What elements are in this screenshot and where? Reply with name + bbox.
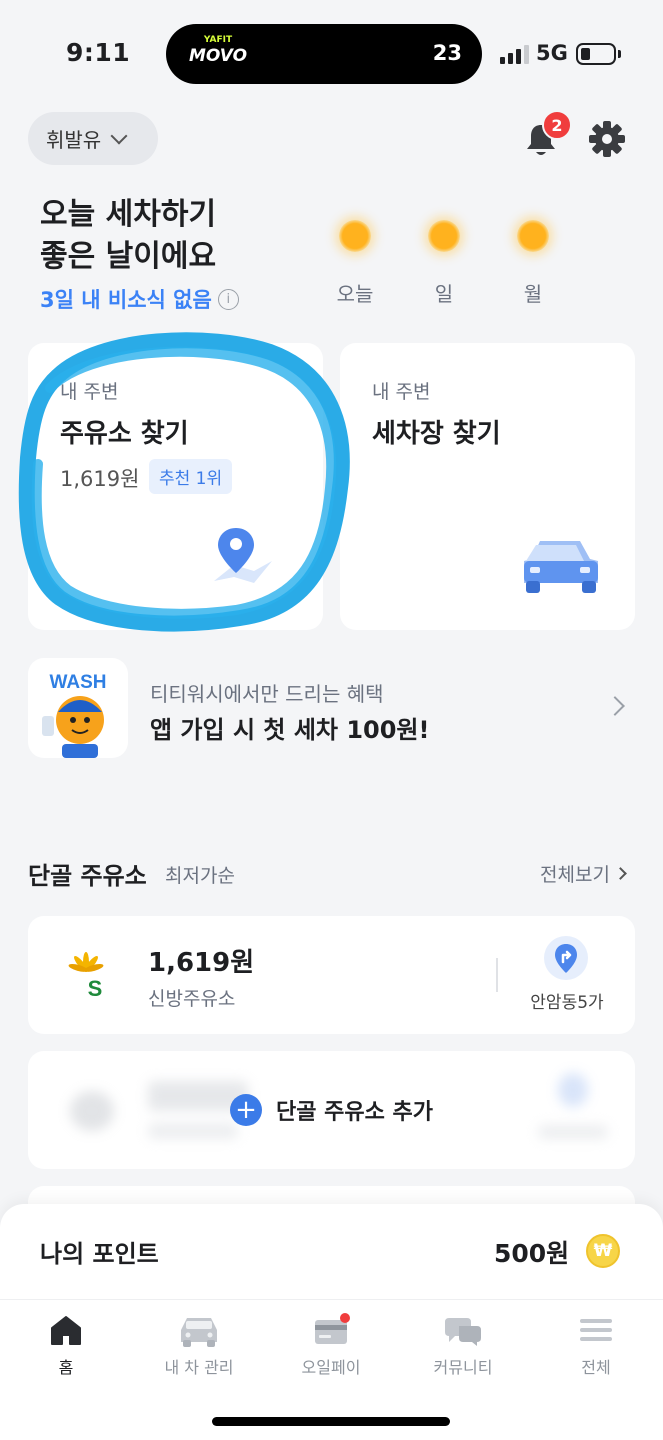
headline-line-2: 좋은 날이에요 <box>40 239 217 274</box>
car-icon <box>181 1318 217 1347</box>
island-app-logo: YAFIT MOVO <box>188 34 248 66</box>
titiwash-logo: WASH <box>28 658 128 758</box>
menu-icon <box>580 1319 612 1341</box>
battery-icon <box>576 43 616 65</box>
no-rain-notice[interactable]: 3일 내 비소식 없음 i <box>40 284 239 314</box>
favorites-title: 단골 주유소 <box>28 862 147 890</box>
points-label: 나의 포인트 <box>40 1240 159 1268</box>
no-rain-text: 3일 내 비소식 없음 <box>40 288 212 312</box>
divider <box>496 958 498 992</box>
fuel-type-selector[interactable]: 휘발유 <box>28 112 158 165</box>
signal-icon <box>500 44 529 64</box>
info-icon[interactable]: i <box>217 288 239 310</box>
card-subtitle: 내 주변 <box>60 381 119 403</box>
battery-cap <box>618 50 621 58</box>
status-bar: 9:11 YAFIT MOVO 23 5G <box>0 0 663 100</box>
headline-line-1: 오늘 세차하기 <box>40 197 217 232</box>
chat-icon <box>445 1318 481 1346</box>
island-logo-top: YAFIT <box>203 35 233 45</box>
status-time: 9:11 <box>66 38 131 67</box>
find-gas-station-card[interactable]: 내 주변 주유소 찾기 1,619원 추천 1위 <box>28 343 323 630</box>
station-name: 신방주유소 <box>148 988 236 1010</box>
favorite-station-card[interactable]: S 1,619원 신방주유소 안암동5가 <box>28 916 635 1034</box>
sun-icon <box>517 220 549 252</box>
points-value: 500원 <box>494 1239 570 1268</box>
sun-icon <box>339 220 371 252</box>
tab-label: 오일페이 <box>301 1358 361 1377</box>
tab-label: 내 차 관리 <box>164 1358 234 1377</box>
promo-logo-text: WASH <box>50 672 107 693</box>
car-icon <box>524 541 598 593</box>
card-title: 세차장 찾기 <box>372 419 501 449</box>
card-icon <box>315 1313 350 1344</box>
won-coin-icon: ₩ <box>586 1234 620 1268</box>
network-type: 5G <box>536 41 568 65</box>
tab-home[interactable]: 홈 <box>11 1312 121 1378</box>
chevron-right-icon <box>605 696 625 716</box>
tab-label: 홈 <box>58 1358 74 1377</box>
s-oil-logo: S <box>68 952 104 998</box>
promo-title: 앱 가입 시 첫 세차 100원! <box>150 716 430 744</box>
card-title: 주유소 찾기 <box>60 419 189 449</box>
card-subtitle: 내 주변 <box>372 381 431 403</box>
home-indicator <box>212 1417 450 1426</box>
weather-day-label: 오늘 <box>336 282 374 306</box>
see-all-link[interactable]: 전체보기 <box>540 860 627 887</box>
directions-button[interactable] <box>544 936 588 980</box>
svg-text:S: S <box>88 976 103 998</box>
weather-day-monday: 월 <box>503 214 563 307</box>
island-number: 23 <box>432 41 462 65</box>
home-icon <box>51 1316 81 1345</box>
plus-icon: + <box>230 1094 262 1126</box>
station-price: 1,619원 <box>148 948 255 978</box>
promo-subtitle: 티티워시에서만 드리는 혜택 <box>150 682 384 706</box>
wash-forecast-headline: 오늘 세차하기 좋은 날이에요 <box>40 194 216 278</box>
my-points-bar[interactable]: 나의 포인트 500원 ₩ <box>0 1204 663 1304</box>
notification-badge: 2 <box>542 110 572 140</box>
station-area: 안암동5가 <box>530 993 604 1013</box>
map-pin-icon <box>214 528 272 583</box>
weather-day-label: 월 <box>523 282 543 306</box>
tab-oilpay[interactable]: 오일페이 <box>276 1312 386 1378</box>
find-car-wash-card[interactable]: 내 주변 세차장 찾기 <box>340 343 635 630</box>
gear-icon[interactable] <box>588 120 626 158</box>
favorites-sort[interactable]: 최저가순 <box>165 861 235 888</box>
tab-label: 전체 <box>581 1358 611 1377</box>
see-all-label: 전체보기 <box>540 864 610 886</box>
add-favorite-button[interactable]: + 단골 주유소 추가 <box>230 1094 433 1126</box>
recommend-badge: 추천 1위 <box>149 459 233 494</box>
chevron-down-icon <box>110 127 128 144</box>
promo-banner[interactable]: WASH 티티워시에서만 드리는 혜택 앱 가입 시 첫 세차 100원! <box>28 658 635 758</box>
dynamic-island: YAFIT MOVO 23 <box>166 24 482 84</box>
tab-all[interactable]: 전체 <box>541 1312 651 1378</box>
add-favorite-station-card[interactable]: + 단골 주유소 추가 <box>28 1051 635 1169</box>
weather-day-sunday: 일 <box>414 214 474 307</box>
chevron-right-icon <box>614 867 627 880</box>
island-logo-text: MOVO <box>188 46 248 66</box>
fuel-type-label: 휘발유 <box>46 128 102 152</box>
add-favorite-label: 단골 주유소 추가 <box>276 1100 433 1125</box>
directions-icon <box>555 944 577 973</box>
recommended-price: 1,619원 <box>60 467 140 491</box>
tab-community[interactable]: 커뮤니티 <box>408 1312 518 1378</box>
sun-icon <box>428 220 460 252</box>
weather-day-today: 오늘 <box>325 214 385 307</box>
weather-day-label: 일 <box>434 282 454 306</box>
tab-label: 커뮤니티 <box>433 1358 493 1377</box>
tab-my-car[interactable]: 내 차 관리 <box>144 1312 254 1378</box>
